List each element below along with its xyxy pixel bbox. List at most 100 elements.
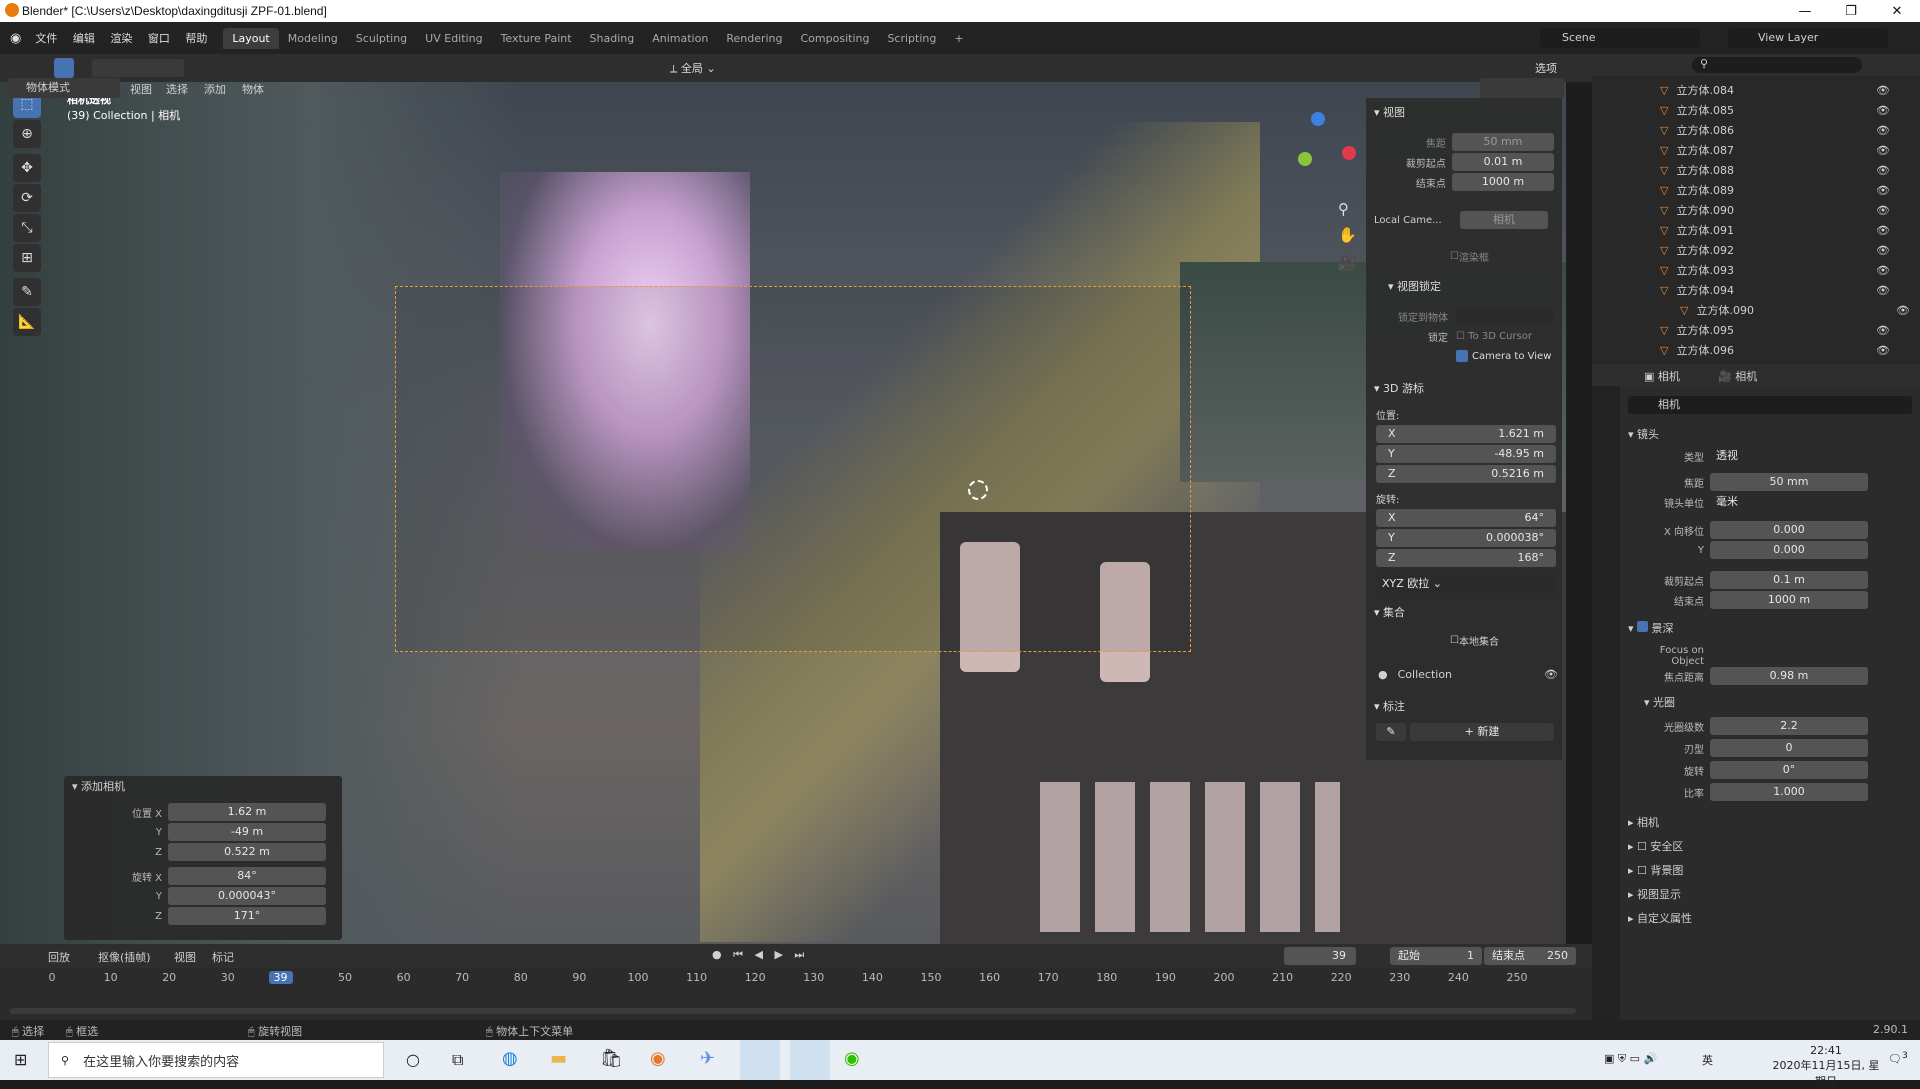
tab-texture-paint[interactable]: Texture Paint [492, 28, 581, 49]
notification-icon[interactable]: 🗨3 [1888, 1050, 1908, 1066]
cursor-y-field[interactable]: Y -48.95 m [1376, 445, 1556, 463]
collection-visibility-icon[interactable]: 👁 [1544, 668, 1558, 681]
firefox-icon[interactable]: ◉ [650, 1048, 666, 1069]
lock-object-field[interactable] [1456, 307, 1554, 325]
outliner-item[interactable]: ▽ 立方体.090 👁 [1680, 300, 1920, 320]
local-collection-checkbox[interactable]: ☐ 本地集合 [1450, 630, 1499, 650]
taskbar-clock[interactable]: 22:41 2020年11月15日, 星期日 [1772, 1044, 1880, 1089]
view-section-header[interactable]: ▾ 视图 [1366, 102, 1405, 124]
shading-mode-buttons[interactable] [1480, 78, 1564, 98]
render-region-checkbox[interactable]: ☐ 渲染框 [1450, 246, 1489, 266]
3d-cursor-icon[interactable] [968, 480, 988, 500]
playback-menu[interactable]: 回放 [48, 949, 70, 965]
lens-unit-dropdown[interactable]: 毫米 [1710, 493, 1868, 511]
playback-controls[interactable]: ● ⏮ ◀ ▶ ⏭ [712, 948, 808, 962]
annotate-tool-icon[interactable]: ✎ [13, 278, 41, 306]
visibility-eye-icon[interactable]: 👁 [1896, 304, 1910, 317]
props-clip-end-field[interactable]: 1000 m [1710, 591, 1868, 609]
gizmo-z-axis[interactable] [1311, 112, 1325, 126]
outliner-search-icon[interactable]: ⚲ [1692, 57, 1862, 73]
focus-object-field[interactable] [1710, 647, 1868, 665]
view-layer-selector[interactable]: View Layer [1728, 28, 1888, 48]
annotation-header[interactable]: ▾ 标注 [1366, 696, 1405, 718]
collection-header[interactable]: ▾ 集合 [1366, 602, 1405, 624]
camera-to-view-checkbox[interactable]: Camera to View [1456, 346, 1551, 366]
wechat-icon[interactable]: ◉ [844, 1048, 860, 1069]
outliner-item[interactable]: ▽ 立方体.087 👁 [1660, 140, 1900, 160]
cursor-tool-icon[interactable]: ⊕ [13, 120, 41, 148]
edge-browser-icon[interactable]: ◍ [502, 1048, 518, 1069]
tab-scripting[interactable]: Scripting [878, 28, 945, 49]
tab-shading[interactable]: Shading [581, 28, 644, 49]
viewport-menu-add[interactable]: 添加 [204, 81, 226, 97]
view-lock-header[interactable]: ▾ 视图锁定 [1380, 276, 1441, 298]
redo-loc-y-field[interactable]: -49 m [168, 823, 326, 841]
redo-loc-z-field[interactable]: 0.522 m [168, 843, 326, 861]
tab-sculpting[interactable]: Sculpting [347, 28, 416, 49]
ratio-field[interactable]: 1.000 [1710, 783, 1868, 801]
outliner-item[interactable]: ▽ 立方体.092 👁 [1660, 240, 1900, 260]
outliner-item[interactable]: ▽ 立方体.091 👁 [1660, 220, 1900, 240]
visibility-eye-icon[interactable]: 👁 [1876, 264, 1890, 277]
fstop-field[interactable]: 2.2 [1710, 717, 1868, 735]
menu-window[interactable]: 窗口 [148, 32, 170, 45]
outliner-item[interactable]: ▽ 立方体.094 👁 [1660, 280, 1900, 300]
current-frame-marker[interactable]: 39 [268, 971, 293, 984]
maximize-button[interactable]: ❐ [1828, 0, 1874, 22]
menu-help[interactable]: 帮助 [185, 32, 207, 45]
focus-distance-field[interactable]: 0.98 m [1710, 667, 1868, 685]
windows-start-icon[interactable]: ⊞ [14, 1050, 27, 1069]
viewport-menu-view[interactable]: 视图 [130, 81, 152, 97]
visibility-eye-icon[interactable]: 👁 [1876, 224, 1890, 237]
visibility-eye-icon[interactable]: 👁 [1876, 284, 1890, 297]
aperture-header[interactable]: ▾ 光圈 [1644, 694, 1675, 710]
tray-icons[interactable]: ▣ ⛨ ▭ 🔊 [1604, 1052, 1657, 1066]
transform-orientation[interactable]: ⟂ 全局 ⌄ [670, 60, 716, 76]
focal-field[interactable]: 50 mm [1451, 133, 1554, 151]
blender-taskbar-icon[interactable] [740, 1040, 780, 1080]
cursor-z-field[interactable]: Z 0.5216 m [1376, 465, 1556, 483]
outliner-item[interactable]: ▽ 立方体.090 👁 [1660, 200, 1900, 220]
end-frame-field[interactable]: 结束点 250 [1484, 947, 1576, 965]
camera-section[interactable]: ▸ 相机 [1628, 814, 1659, 830]
annotation-new-button[interactable]: + 新建 [1410, 723, 1554, 741]
cursor-rot-z-field[interactable]: Z 168° [1376, 549, 1556, 567]
clip-start-field[interactable]: 0.01 m [1451, 153, 1554, 171]
cursor-rot-y-field[interactable]: Y 0.000038° [1376, 529, 1556, 547]
redo-rot-z-field[interactable]: 171° [168, 907, 326, 925]
outliner-item[interactable]: ▽ 立方体.085 👁 [1660, 100, 1900, 120]
redo-rot-x-field[interactable]: 84° [168, 867, 326, 885]
cursor-x-field[interactable]: X 1.621 m [1376, 425, 1556, 443]
outliner-item[interactable]: ▽ 立方体.086 👁 [1660, 120, 1900, 140]
app-bird-icon[interactable]: ✈ [700, 1048, 715, 1069]
type-dropdown[interactable]: 透视 [1710, 447, 1868, 465]
menu-file[interactable]: 文件 [35, 32, 57, 45]
visibility-eye-icon[interactable]: 👁 [1876, 124, 1890, 137]
visibility-eye-icon[interactable]: 👁 [1876, 244, 1890, 257]
gizmo-x-axis[interactable] [1342, 146, 1356, 160]
outliner-item[interactable]: ▽ 立方体.095 👁 [1660, 320, 1900, 340]
tab-modeling[interactable]: Modeling [279, 28, 347, 49]
visibility-eye-icon[interactable]: 👁 [1876, 324, 1890, 337]
shift-y-field[interactable]: 0.000 [1710, 541, 1868, 559]
marker-menu[interactable]: 标记 [212, 949, 234, 965]
transform-tool-icon[interactable]: ⊞ [13, 244, 41, 272]
outliner-item[interactable]: ▽ 立方体.088 👁 [1660, 160, 1900, 180]
visibility-eye-icon[interactable]: 👁 [1876, 144, 1890, 157]
redo-panel-header[interactable]: ▾ 添加相机 [64, 776, 342, 798]
local-camera-field[interactable]: 相机 [1460, 211, 1548, 229]
visibility-eye-icon[interactable]: 👁 [1876, 184, 1890, 197]
visibility-eye-icon[interactable]: 👁 [1876, 104, 1890, 117]
cortana-icon[interactable]: ○ [406, 1050, 420, 1069]
options-dropdown[interactable]: 选项 [1535, 60, 1557, 76]
outliner-item[interactable]: ▽ 立方体.096 👁 [1660, 340, 1900, 360]
3d-cursor-header[interactable]: ▾ 3D 游标 [1366, 378, 1424, 400]
visibility-eye-icon[interactable]: 👁 [1876, 204, 1890, 217]
close-button[interactable]: ✕ [1874, 0, 1920, 22]
app-taskbar-icon[interactable] [790, 1040, 830, 1080]
blades-field[interactable]: 0 [1710, 739, 1868, 757]
store-icon[interactable]: 🛍 [600, 1048, 623, 1069]
redo-rot-y-field[interactable]: 0.000043° [168, 887, 326, 905]
current-frame-field[interactable]: 39 [1284, 947, 1356, 965]
scale-tool-icon[interactable]: ⤡ [13, 214, 41, 242]
